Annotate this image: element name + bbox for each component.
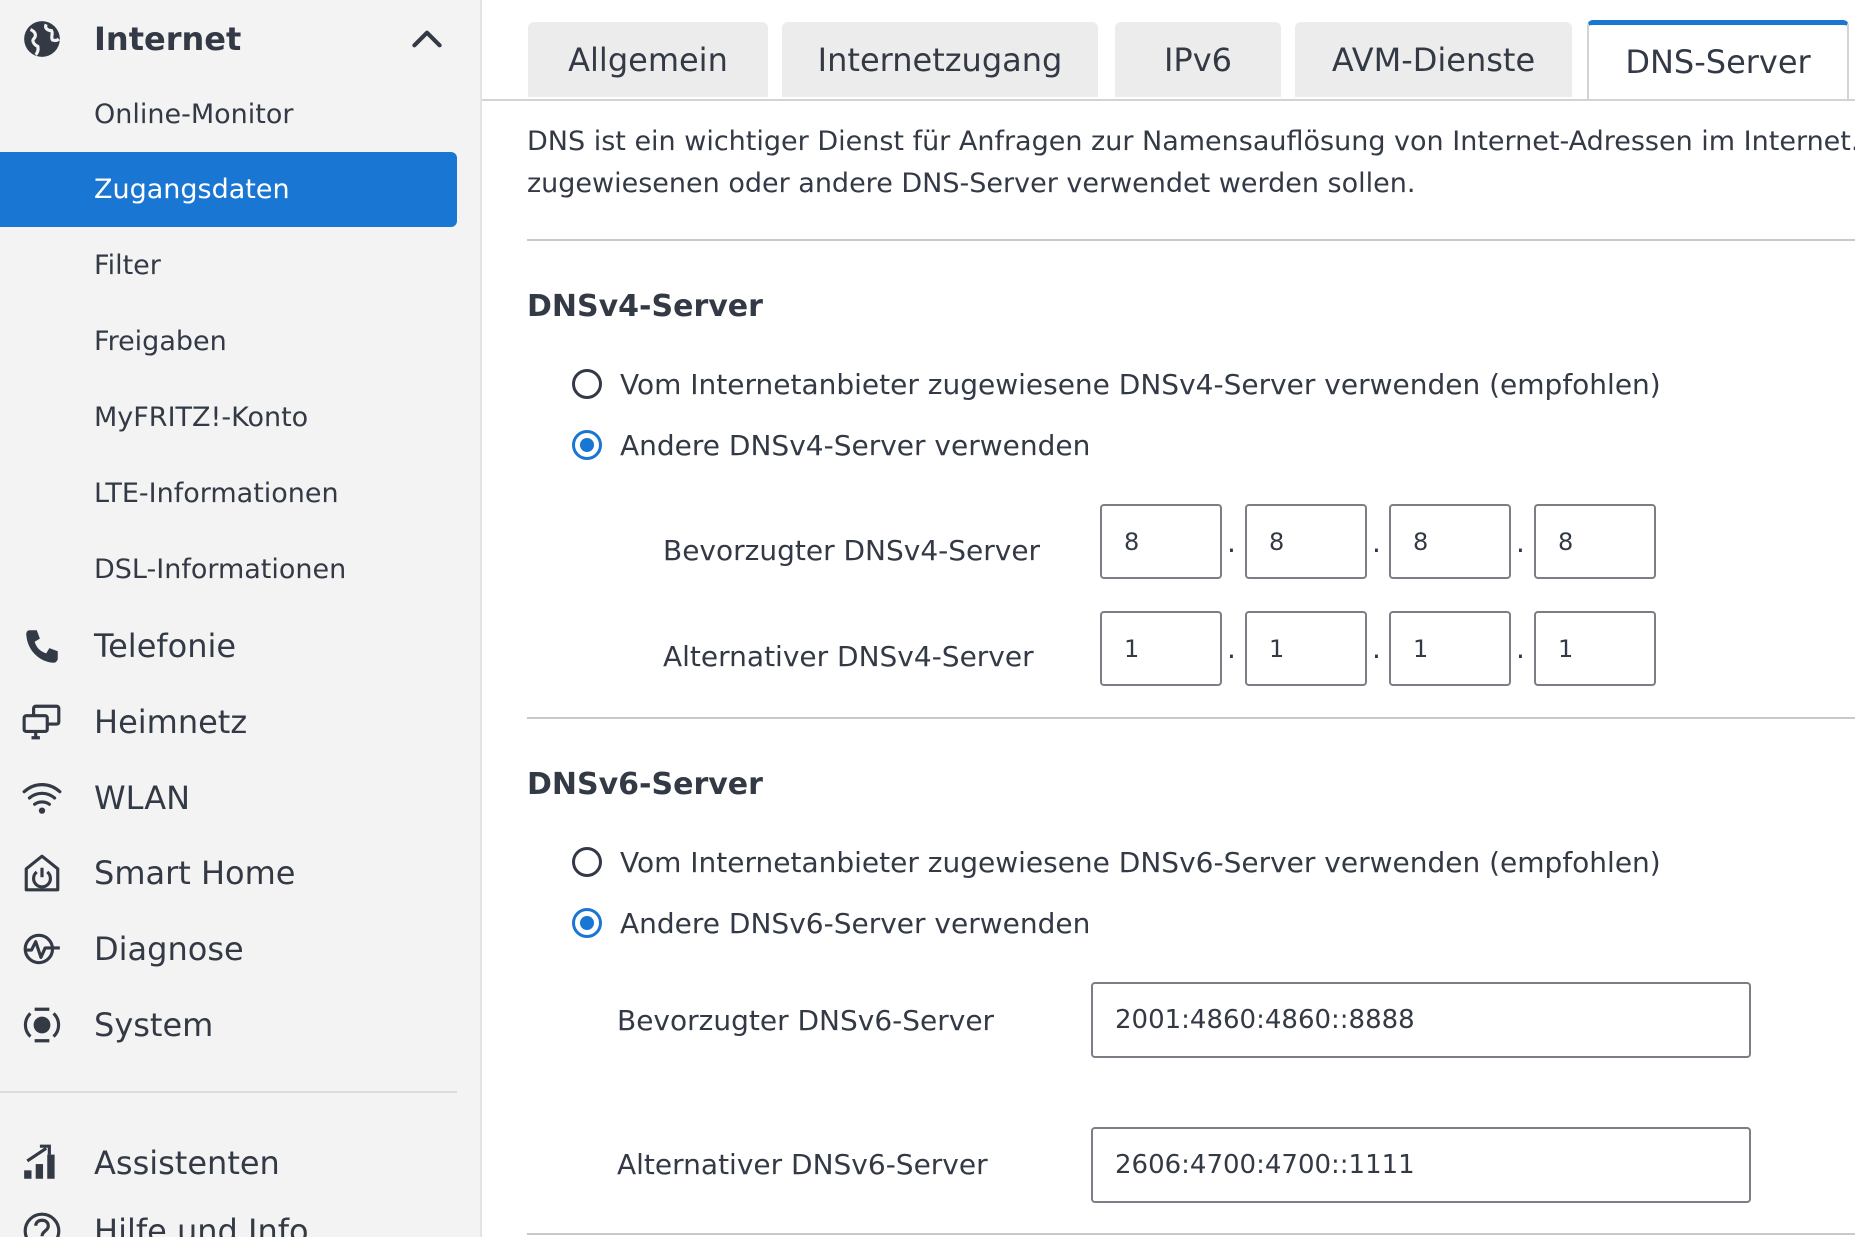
sidebar-subitem-lte-informationen[interactable]: LTE-Informationen <box>0 456 457 531</box>
dnsv4-alternative-octet-1[interactable] <box>1100 611 1222 686</box>
sidebar-item-label: Hilfe und Info <box>94 1212 309 1237</box>
sidebar-subitem-myfritz-konto[interactable]: MyFRITZ!-Konto <box>0 380 457 455</box>
sidebar-item-internet[interactable]: Internet <box>0 9 480 69</box>
sidebar-item-assistenten[interactable]: Assistenten <box>0 1133 480 1193</box>
sidebar-item-system[interactable]: System <box>0 995 480 1055</box>
dnsv4-preferred-octet-2[interactable] <box>1245 504 1367 579</box>
sidebar-item-wlan[interactable]: WLAN <box>0 768 480 828</box>
sidebar-subitem-label: MyFRITZ!-Konto <box>94 402 309 433</box>
dnsv6-preferred-input[interactable] <box>1091 982 1751 1058</box>
dnsv6-provider-label: Vom Internetanbieter zugewiesene DNSv6-S… <box>620 845 1661 879</box>
dnsv6-custom-label: Andere DNSv6-Server verwenden <box>620 906 1091 940</box>
sidebar-subitem-online-monitor[interactable]: Online-Monitor <box>0 77 457 152</box>
system-icon <box>20 1003 64 1047</box>
sidebar-item-label: Diagnose <box>94 930 244 968</box>
sidebar-nav: Internet Online-Monitor Zugangsdaten Fil… <box>0 0 482 1237</box>
octet-separator: . <box>1227 526 1236 559</box>
sidebar-item-diagnose[interactable]: Diagnose <box>0 919 480 979</box>
phone-icon <box>20 624 64 668</box>
dnsv6-section-title: DNSv6-Server <box>527 767 763 802</box>
dnsv6-option-custom[interactable]: Andere DNSv6-Server verwenden <box>572 903 1090 943</box>
sidebar-subitem-label: Zugangsdaten <box>94 174 290 205</box>
section-divider <box>527 239 1855 241</box>
dnsv4-alternative-octet-4[interactable] <box>1534 611 1656 686</box>
tab-avm-dienste[interactable]: AVM-Dienste <box>1295 22 1572 97</box>
dnsv6-option-provider[interactable]: Vom Internetanbieter zugewiesene DNSv6-S… <box>572 842 1661 882</box>
help-icon <box>20 1209 64 1237</box>
dnsv4-alternative-octet-2[interactable] <box>1245 611 1367 686</box>
dnsv4-preferred-octet-1[interactable] <box>1100 504 1222 579</box>
dnsv4-preferred-octet-3[interactable] <box>1389 504 1511 579</box>
octet-separator: . <box>1372 526 1381 559</box>
dnsv6-provider-radio[interactable] <box>572 847 602 877</box>
tab-allgemein[interactable]: Allgemein <box>528 22 768 97</box>
sidebar-item-label: WLAN <box>94 779 191 817</box>
dnsv4-alternative-octet-3[interactable] <box>1389 611 1511 686</box>
sidebar-subitem-label: Online-Monitor <box>94 99 294 130</box>
dnsv4-option-custom[interactable]: Andere DNSv4-Server verwenden <box>572 425 1090 465</box>
section-divider <box>527 1233 1855 1235</box>
description-line-1: DNS ist ein wichtiger Dienst für Anfrage… <box>527 126 1855 157</box>
sidebar-item-label: Internet <box>94 20 242 58</box>
sidebar-item-telefonie[interactable]: Telefonie <box>0 616 480 676</box>
dnsv4-section-title: DNSv4-Server <box>527 289 763 324</box>
sidebar-subitem-dsl-informationen[interactable]: DSL-Informationen <box>0 532 457 607</box>
sidebar-item-label: Smart Home <box>94 854 296 892</box>
dnsv6-preferred-label: Bevorzugter DNSv6-Server <box>617 1004 995 1037</box>
tab-internetzugang[interactable]: Internetzugang <box>782 22 1098 97</box>
sidebar-item-smart-home[interactable]: Smart Home <box>0 843 480 903</box>
network-icon <box>20 700 64 744</box>
tab-ipv6[interactable]: IPv6 <box>1115 22 1281 97</box>
dns-settings-panel: DNS ist ein wichtiger Dienst für Anfrage… <box>482 101 1855 1237</box>
dnsv4-provider-label: Vom Internetanbieter zugewiesene DNSv4-S… <box>620 367 1661 401</box>
dnsv4-provider-radio[interactable] <box>572 369 602 399</box>
globe-icon <box>20 17 64 61</box>
dnsv4-custom-radio[interactable] <box>572 430 602 460</box>
dnsv6-alternative-label: Alternativer DNSv6-Server <box>617 1148 988 1181</box>
sidebar-subitem-filter[interactable]: Filter <box>0 228 457 303</box>
sidebar-item-heimnetz[interactable]: Heimnetz <box>0 692 480 752</box>
dnsv4-alternative-label: Alternativer DNSv4-Server <box>663 640 1034 673</box>
sidebar-subitem-label: Freigaben <box>94 326 227 357</box>
sidebar-subitem-label: Filter <box>94 250 161 281</box>
tab-dns-server[interactable]: DNS-Server <box>1587 20 1849 99</box>
smart-home-icon <box>20 851 64 895</box>
sidebar-subitem-label: LTE-Informationen <box>94 478 339 509</box>
assistant-icon <box>20 1141 64 1185</box>
tab-bar: Allgemein Internetzugang IPv6 AVM-Dienst… <box>482 0 1855 101</box>
dnsv6-alternative-input[interactable] <box>1091 1127 1751 1203</box>
octet-separator: . <box>1516 526 1525 559</box>
dnsv4-custom-label: Andere DNSv4-Server verwenden <box>620 428 1091 462</box>
octet-separator: . <box>1372 632 1381 665</box>
diagnose-icon <box>20 927 64 971</box>
octet-separator: . <box>1516 632 1525 665</box>
sidebar-item-label: Telefonie <box>94 627 237 665</box>
section-divider <box>527 717 1855 719</box>
sidebar-divider <box>0 1091 457 1093</box>
sidebar-item-label: System <box>94 1006 214 1044</box>
octet-separator: . <box>1227 632 1236 665</box>
dnsv4-option-provider[interactable]: Vom Internetanbieter zugewiesene DNSv4-S… <box>572 364 1661 404</box>
wifi-icon <box>20 776 64 820</box>
page-description: DNS ist ein wichtiger Dienst für Anfrage… <box>527 121 1855 205</box>
dnsv4-preferred-label: Bevorzugter DNSv4-Server <box>663 534 1041 567</box>
sidebar-subitem-zugangsdaten[interactable]: Zugangsdaten <box>0 152 457 227</box>
dnsv6-custom-radio[interactable] <box>572 908 602 938</box>
chevron-up-icon[interactable] <box>406 18 448 60</box>
dnsv4-preferred-octet-4[interactable] <box>1534 504 1656 579</box>
sidebar-item-hilfe-und-info[interactable]: Hilfe und Info <box>0 1201 480 1237</box>
sidebar-item-label: Heimnetz <box>94 703 248 741</box>
sidebar-subitem-freigaben[interactable]: Freigaben <box>0 304 457 379</box>
sidebar-item-label: Assistenten <box>94 1144 280 1182</box>
sidebar-subitem-label: DSL-Informationen <box>94 554 347 585</box>
description-line-2: zugewiesenen oder andere DNS-Server verw… <box>527 168 1416 199</box>
